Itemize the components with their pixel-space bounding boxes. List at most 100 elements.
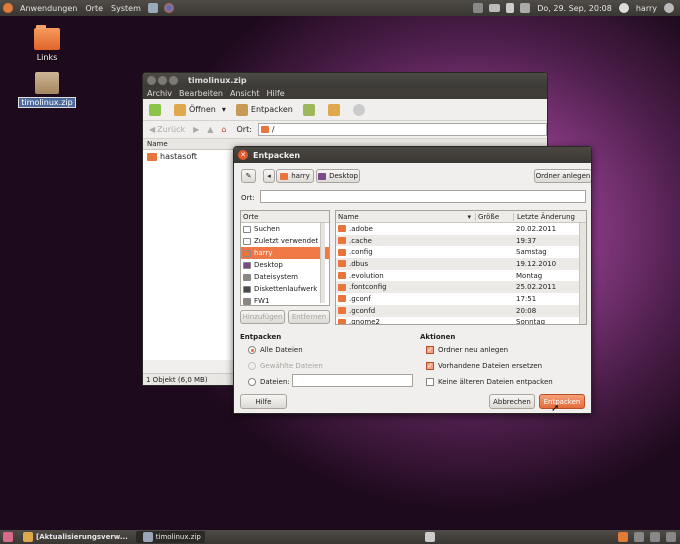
place-item[interactable]: Suchen <box>241 223 329 235</box>
file-row[interactable]: .gnome2 Sonntag <box>336 317 586 324</box>
stop-button[interactable] <box>352 103 368 116</box>
menu-help[interactable]: Hilfe <box>267 89 285 98</box>
checkbox-label: Ordner neu anlegen <box>438 346 509 354</box>
remove-bookmark-button[interactable]: Entfernen <box>288 310 330 324</box>
checkbox-indicator[interactable] <box>426 378 434 386</box>
radio-all-files[interactable]: Alle Dateien <box>248 342 303 358</box>
network-icon[interactable] <box>520 3 531 13</box>
file-row[interactable]: .dbus 19.12.2010 <box>336 258 586 270</box>
radio-indicator[interactable] <box>248 378 256 386</box>
location-input[interactable] <box>260 190 586 203</box>
show-desktop-icon[interactable] <box>3 532 13 542</box>
ubuntu-logo-icon[interactable] <box>3 3 13 13</box>
close-icon[interactable]: ✕ <box>238 150 248 160</box>
help-button[interactable]: Hilfe <box>240 394 287 409</box>
new-archive-button[interactable] <box>149 103 164 116</box>
file-row[interactable]: .adobe 20.02.2011 <box>336 223 586 235</box>
taskbar-item-update-manager[interactable]: [Aktualisierungsverw... <box>16 531 132 543</box>
column-header-size[interactable]: Größe <box>476 212 514 221</box>
extract-button[interactable]: Entpacken <box>235 103 293 116</box>
place-item[interactable]: Dateisystem <box>241 271 329 283</box>
window-titlebar[interactable]: timolinux.zip <box>143 73 547 87</box>
desktop-icon-zip[interactable]: timolinux.zip <box>17 72 77 108</box>
create-folder-button[interactable]: Ordner anlegen <box>534 169 591 183</box>
extract-confirm-button[interactable]: Entpacken <box>539 394 585 409</box>
file-row[interactable]: .gconfd 20:08 <box>336 304 586 317</box>
path-button-harry[interactable]: harry <box>276 169 314 183</box>
maximize-icon[interactable] <box>169 75 178 85</box>
user-icon[interactable] <box>618 3 629 13</box>
back-button-label[interactable]: Zurück <box>157 125 185 134</box>
menu-system[interactable]: System <box>107 4 145 13</box>
help-icon[interactable] <box>147 3 158 13</box>
add-files-button[interactable] <box>302 103 318 116</box>
power-icon[interactable] <box>664 3 674 13</box>
files-pattern-input[interactable] <box>292 374 413 387</box>
checkbox-no-older[interactable]: Keine älteren Dateien entpacken <box>426 374 553 390</box>
edit-path-button[interactable]: ✎ <box>241 169 256 183</box>
add-bookmark-button[interactable]: Hinzufügen <box>240 310 285 324</box>
radio-indicator[interactable] <box>248 346 256 354</box>
open-button[interactable]: Öffnen ▾ <box>174 103 226 116</box>
minimize-icon[interactable] <box>158 75 167 85</box>
home-icon[interactable]: ⌂ <box>221 125 226 134</box>
path-left-button[interactable]: ◂ <box>263 169 275 183</box>
dialog-titlebar[interactable]: ✕ Entpacken <box>234 147 591 163</box>
cancel-button[interactable]: Abbrechen <box>489 394 535 409</box>
clock[interactable]: Do, 29. Sep, 20:08 <box>533 4 616 13</box>
user-name[interactable]: harry <box>632 4 661 13</box>
file-row[interactable]: .evolution Montag <box>336 270 586 282</box>
radio-indicator[interactable] <box>248 362 256 370</box>
desktop-icon-links[interactable]: Links <box>17 25 77 62</box>
path-button-desktop[interactable]: Desktop <box>316 169 360 183</box>
places-scrollbar[interactable] <box>320 223 325 303</box>
menu-archive[interactable]: Archiv <box>147 89 172 98</box>
files-scrollbar[interactable] <box>579 223 586 324</box>
file-name: .config <box>349 248 373 257</box>
volume-icon[interactable] <box>506 3 515 13</box>
file-name: .adobe <box>349 224 373 233</box>
places-header[interactable]: Orte <box>241 211 329 223</box>
menu-applications[interactable]: Anwendungen <box>16 4 81 13</box>
workspace-3-icon[interactable] <box>650 532 660 542</box>
location-value: / <box>271 125 275 134</box>
file-date: 20.02.2011 <box>516 224 557 233</box>
workspace-2-icon[interactable] <box>634 532 644 542</box>
taskbar-item-archive[interactable]: timolinux.zip <box>135 531 205 543</box>
forward-arrow-icon[interactable]: ▶ <box>193 125 199 134</box>
location-field[interactable]: / <box>257 123 547 136</box>
add-folder-button[interactable] <box>327 103 343 116</box>
checkbox-indicator[interactable]: ✓ <box>426 346 434 354</box>
folder-icon <box>338 283 346 291</box>
firefox-icon[interactable] <box>163 3 174 13</box>
radio-files[interactable]: Dateien: <box>248 374 290 390</box>
checkbox-overwrite[interactable]: ✓ Vorhandene Dateien ersetzen <box>426 358 542 374</box>
checkbox-create-folders[interactable]: ✓ Ordner neu anlegen <box>426 342 508 358</box>
checkbox-indicator[interactable]: ✓ <box>426 362 434 370</box>
file-row[interactable]: .config Samstag <box>336 246 586 258</box>
radio-selected-files[interactable]: Gewählte Dateien <box>248 358 323 374</box>
mail-icon[interactable] <box>489 4 501 12</box>
menu-view[interactable]: Ansicht <box>230 89 260 98</box>
close-icon[interactable] <box>147 75 156 85</box>
place-item[interactable]: Desktop <box>241 259 329 271</box>
menu-places[interactable]: Orte <box>81 4 107 13</box>
file-row[interactable]: .gconf 17:51 <box>336 293 586 305</box>
place-item[interactable]: Diskettenlaufwerk <box>241 283 329 295</box>
back-arrow-icon[interactable]: ◀ <box>149 125 155 134</box>
menu-edit[interactable]: Bearbeiten <box>179 89 223 98</box>
file-row[interactable]: .cache 19:37 <box>336 234 586 247</box>
column-header-modified[interactable]: Letzte Änderung <box>514 213 575 221</box>
workspace-1-icon[interactable] <box>618 532 628 542</box>
workspace-4-icon[interactable] <box>666 532 676 542</box>
keyboard-icon[interactable] <box>473 3 484 13</box>
place-item[interactable]: FW1 <box>241 295 329 305</box>
trash-icon[interactable] <box>425 532 435 542</box>
place-item[interactable]: harry <box>241 247 329 259</box>
column-header-name[interactable]: Name ▾ <box>336 212 476 221</box>
up-arrow-icon[interactable]: ▲ <box>207 125 213 134</box>
place-item[interactable]: Zuletzt verwendet <box>241 235 329 247</box>
chevron-down-icon[interactable]: ▾ <box>222 105 226 114</box>
folder-icon <box>147 152 157 161</box>
file-row[interactable]: .fontconfig 25.02.2011 <box>336 281 586 294</box>
